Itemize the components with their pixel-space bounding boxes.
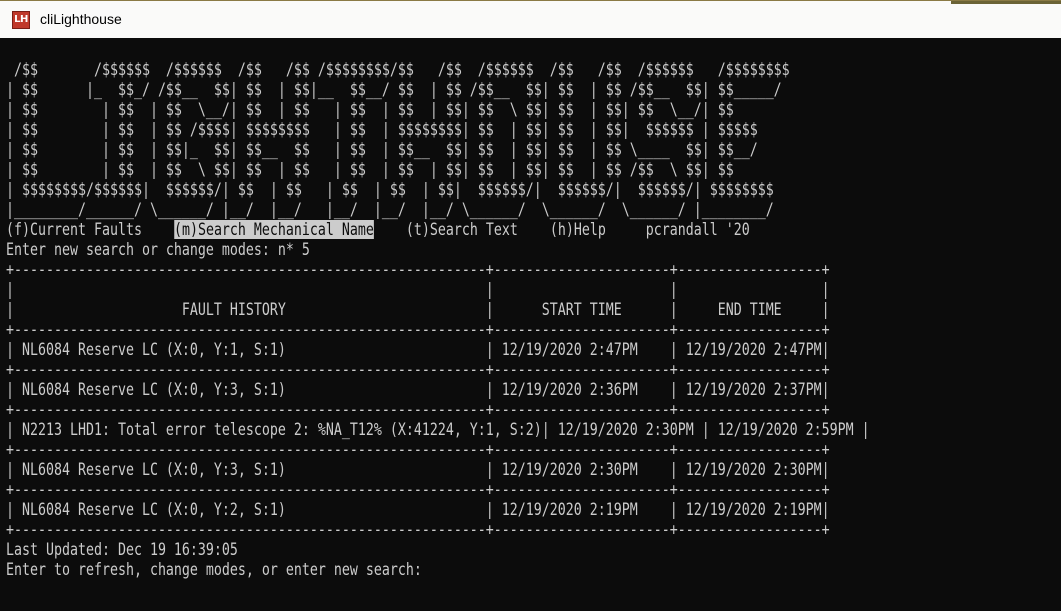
- menu-spacer: [142, 220, 174, 239]
- banner-line: | $$ | $$ | $$ \__/| $$ | $$ | $$ | $$ |…: [6, 100, 734, 119]
- banner-line: | $$ | $$ | $$ /$$$$| $$$$$$$$ | $$ | $$…: [6, 120, 758, 139]
- banner-line: | $$$$$$$$/$$$$$$| $$$$$$/| $$ | $$ | $$…: [6, 180, 774, 199]
- menu-spacer: [606, 220, 646, 239]
- last-updated: Last Updated: Dec 19 16:39:05: [6, 540, 238, 559]
- banner-line: | $$ | $$ | $$ \ $$| $$ | $$ | $$ | $$ |…: [6, 160, 734, 179]
- author-credit: pcrandall '20: [645, 220, 750, 239]
- app-icon: LH: [12, 11, 30, 29]
- table-row: | NL6084 Reserve LC (X:0, Y:2, S:1) | 12…: [6, 500, 830, 519]
- mode-search-text[interactable]: (t)Search Text: [406, 220, 518, 239]
- table-border: +---------------------------------------…: [6, 360, 830, 379]
- search-prompt-input[interactable]: n* 5: [278, 240, 310, 259]
- table-border: +---------------------------------------…: [6, 260, 830, 279]
- banner-line: /$$ /$$$$$$ /$$$$$$ /$$ /$$ /$$$$$$$$/$$…: [6, 60, 790, 79]
- window-titlebar: LH cliLighthouse: [0, 0, 1061, 38]
- banner-line: | $$ |_ $$_/ /$$__ $$| $$ | $$|__ $$__/ …: [6, 80, 782, 99]
- table-border: +---------------------------------------…: [6, 440, 830, 459]
- window-title: cliLighthouse: [40, 11, 122, 27]
- table-header-spacer: | | | |: [6, 280, 830, 299]
- table-border: +---------------------------------------…: [6, 320, 830, 339]
- menu-spacer: [518, 220, 550, 239]
- banner-line: |________/______/ \______/ |__/ |__/ |__…: [6, 200, 774, 219]
- mode-help[interactable]: (h)Help: [550, 220, 606, 239]
- table-row: | N2213 LHD1: Total error telescope 2: %…: [6, 420, 870, 439]
- table-border: +---------------------------------------…: [6, 480, 830, 499]
- table-header-row: | FAULT HISTORY | START TIME | END TIME …: [6, 300, 830, 319]
- menu-spacer: [374, 220, 406, 239]
- search-prompt: Enter new search or change modes: n* 5: [6, 240, 870, 260]
- console-area[interactable]: /$$ /$$$$$$ /$$$$$$ /$$ /$$ /$$$$$$$$/$$…: [0, 38, 1061, 611]
- table-row: | NL6084 Reserve LC (X:0, Y:1, S:1) | 12…: [6, 340, 830, 359]
- banner-line: | $$ | $$ | $$|_ $$| $$__ $$ | $$ | $$__…: [6, 140, 758, 159]
- refresh-prompt[interactable]: Enter to refresh, change modes, or enter…: [6, 560, 870, 580]
- mode-menu: (f)Current Faults (m)Search Mechanical N…: [6, 220, 870, 240]
- table-border: +---------------------------------------…: [6, 520, 830, 539]
- titlebar-accent: [951, 1, 1061, 4]
- console-output: /$$ /$$$$$$ /$$$$$$ /$$ /$$ /$$$$$$$$/$$…: [6, 60, 870, 580]
- table-row: | NL6084 Reserve LC (X:0, Y:3, S:1) | 12…: [6, 460, 830, 479]
- search-prompt-label: Enter new search or change modes:: [6, 240, 278, 259]
- mode-search-mechanical-name[interactable]: (m)Search Mechanical Name: [173, 220, 374, 239]
- mode-current-faults[interactable]: (f)Current Faults: [6, 220, 142, 239]
- table-row: | NL6084 Reserve LC (X:0, Y:3, S:1) | 12…: [6, 380, 830, 399]
- table-border: +---------------------------------------…: [6, 400, 830, 419]
